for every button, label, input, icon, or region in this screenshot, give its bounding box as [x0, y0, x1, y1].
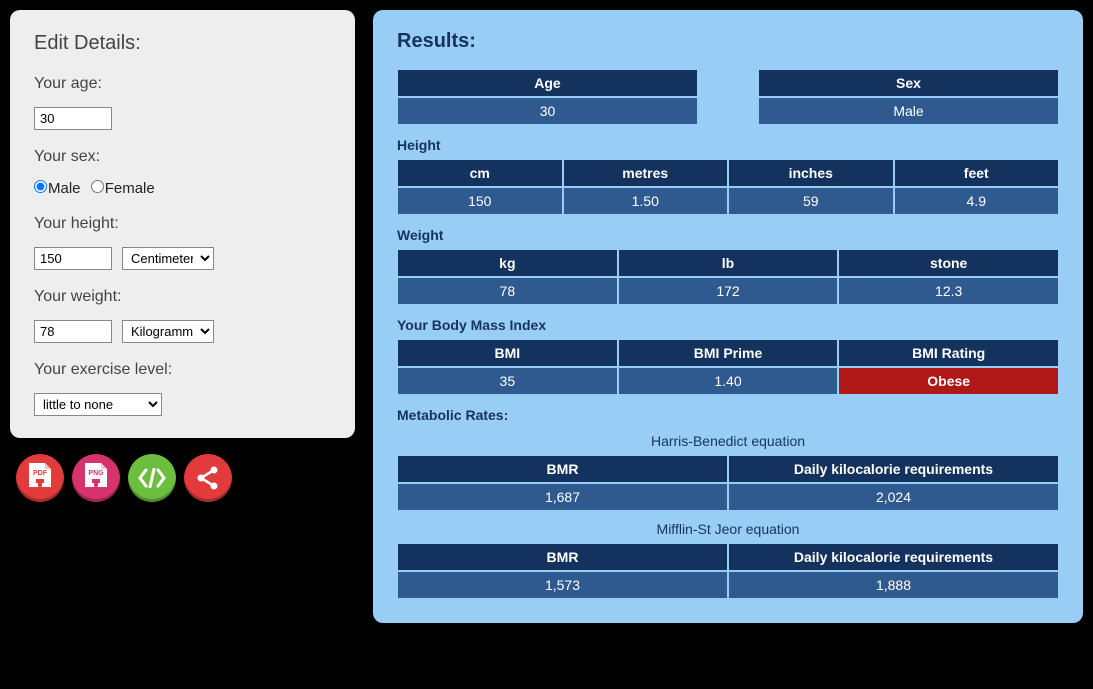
height-table: cm150 metres1.50 inches59 feet4.9	[397, 159, 1059, 215]
height-m-header: metres	[563, 159, 729, 187]
hb-bmr-header: BMR	[397, 455, 728, 483]
code-icon	[137, 468, 167, 488]
sex-male-option[interactable]: Male	[34, 180, 81, 197]
sex-value: Male	[758, 97, 1059, 125]
age-value: 30	[397, 97, 698, 125]
bmi-section-label: Your Body Mass Index	[397, 317, 1059, 333]
height-label: Your height:	[34, 215, 331, 233]
height-cm-value: 150	[397, 187, 563, 215]
height-input[interactable]	[34, 247, 112, 270]
export-pdf-button[interactable]: PDF	[16, 454, 64, 502]
bmi-rating-header: BMI Rating	[838, 339, 1059, 367]
weight-lb-value: 172	[618, 277, 839, 305]
msj-caption: Mifflin-St Jeor equation	[397, 521, 1059, 537]
weight-table: kg78 lb172 stone12.3	[397, 249, 1059, 305]
height-cm-header: cm	[397, 159, 563, 187]
height-in-value: 59	[728, 187, 894, 215]
height-m-value: 1.50	[563, 187, 729, 215]
bmi-table: BMI35 BMI Prime1.40 BMI RatingObese	[397, 339, 1059, 395]
share-button[interactable]	[184, 454, 232, 502]
png-icon: PNG	[83, 463, 109, 493]
age-label: Your age:	[34, 75, 331, 93]
height-section-label: Height	[397, 137, 1059, 153]
sex-female-radio[interactable]	[91, 180, 104, 193]
height-ft-value: 4.9	[894, 187, 1060, 215]
hb-kcal-header: Daily kilocalorie requirements	[728, 455, 1059, 483]
weight-input[interactable]	[34, 320, 112, 343]
hb-kcal-value: 2,024	[728, 483, 1059, 511]
msj-table: BMR1,573 Daily kilocalorie requirements1…	[397, 543, 1059, 599]
age-table: Age 30	[397, 69, 698, 125]
bmi-prime-value: 1.40	[618, 367, 839, 395]
metabolic-section-label: Metabolic Rates:	[397, 407, 1059, 423]
edit-title: Edit Details:	[34, 32, 331, 55]
edit-details-panel: Edit Details: Your age: Your sex: Male F…	[10, 10, 355, 438]
sex-table: Sex Male	[758, 69, 1059, 125]
weight-section-label: Weight	[397, 227, 1059, 243]
share-icon	[195, 465, 221, 491]
weight-kg-header: kg	[397, 249, 618, 277]
svg-text:PDF: PDF	[33, 470, 48, 477]
height-unit-select[interactable]: Centimeters	[122, 247, 214, 270]
msj-kcal-header: Daily kilocalorie requirements	[728, 543, 1059, 571]
age-input[interactable]	[34, 107, 112, 130]
bmi-value: 35	[397, 367, 618, 395]
age-header: Age	[397, 69, 698, 97]
msj-bmr-header: BMR	[397, 543, 728, 571]
exercise-label: Your exercise level:	[34, 361, 331, 379]
sex-male-radio[interactable]	[34, 180, 47, 193]
msj-kcal-value: 1,888	[728, 571, 1059, 599]
bmi-header: BMI	[397, 339, 618, 367]
sex-header: Sex	[758, 69, 1059, 97]
weight-st-value: 12.3	[838, 277, 1059, 305]
results-title: Results:	[397, 30, 1059, 53]
weight-unit-select[interactable]: Kilogrammes	[122, 320, 214, 343]
weight-kg-value: 78	[397, 277, 618, 305]
bmi-rating-value: Obese	[838, 367, 1059, 395]
exercise-select[interactable]: little to none	[34, 393, 162, 416]
results-panel: Results: Age 30 Sex Male Height cm150 me…	[373, 10, 1083, 623]
export-code-button[interactable]	[128, 454, 176, 502]
weight-st-header: stone	[838, 249, 1059, 277]
sex-female-option[interactable]: Female	[91, 180, 155, 197]
hb-caption: Harris-Benedict equation	[397, 433, 1059, 449]
msj-bmr-value: 1,573	[397, 571, 728, 599]
weight-label: Your weight:	[34, 288, 331, 306]
weight-lb-header: lb	[618, 249, 839, 277]
svg-text:PNG: PNG	[88, 470, 104, 477]
height-ft-header: feet	[894, 159, 1060, 187]
hb-table: BMR1,687 Daily kilocalorie requirements2…	[397, 455, 1059, 511]
pdf-icon: PDF	[27, 463, 53, 493]
sex-label: Your sex:	[34, 148, 331, 166]
height-in-header: inches	[728, 159, 894, 187]
bmi-prime-header: BMI Prime	[618, 339, 839, 367]
export-png-button[interactable]: PNG	[72, 454, 120, 502]
hb-bmr-value: 1,687	[397, 483, 728, 511]
